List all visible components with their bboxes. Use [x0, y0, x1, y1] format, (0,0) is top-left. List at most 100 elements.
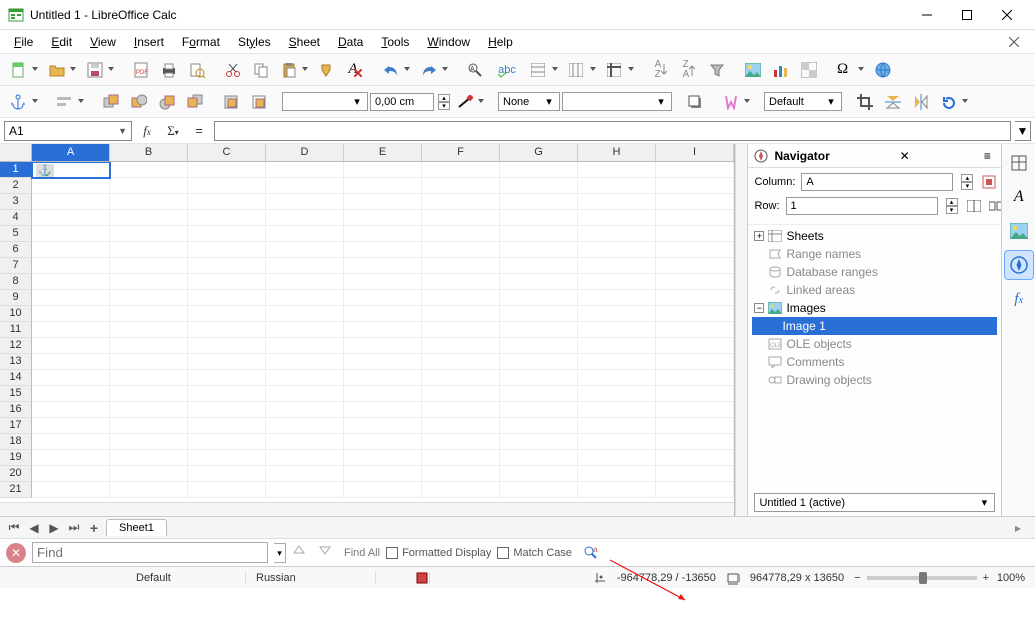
rail-styles[interactable]: A	[1004, 182, 1034, 212]
cell[interactable]	[656, 482, 734, 498]
row-header[interactable]: 1	[0, 162, 32, 178]
cell[interactable]	[500, 450, 578, 466]
rail-gallery[interactable]	[1004, 216, 1034, 246]
cell[interactable]	[32, 210, 110, 226]
cell[interactable]	[578, 338, 656, 354]
nav-column-stepper[interactable]: ▴▾	[961, 174, 973, 190]
cell[interactable]	[578, 178, 656, 194]
cell[interactable]	[500, 482, 578, 498]
cell[interactable]	[110, 434, 188, 450]
cell[interactable]	[500, 162, 578, 178]
col-header-I[interactable]: I	[656, 144, 734, 161]
cell[interactable]	[578, 482, 656, 498]
cell[interactable]	[110, 370, 188, 386]
clear-format-button[interactable]: A	[342, 57, 368, 83]
cell[interactable]	[110, 162, 188, 178]
freeze-button[interactable]	[602, 57, 638, 83]
cell[interactable]	[578, 194, 656, 210]
tree-linked-areas[interactable]: Linked areas	[752, 281, 997, 299]
cell[interactable]	[344, 386, 422, 402]
cell[interactable]	[110, 450, 188, 466]
cell[interactable]	[188, 258, 266, 274]
cell[interactable]	[656, 306, 734, 322]
cell[interactable]	[422, 386, 500, 402]
cell[interactable]	[32, 338, 110, 354]
cell[interactable]	[344, 162, 422, 178]
cell[interactable]	[188, 226, 266, 242]
cell[interactable]	[32, 434, 110, 450]
cell[interactable]	[344, 370, 422, 386]
cell[interactable]	[422, 194, 500, 210]
cell[interactable]	[578, 434, 656, 450]
menu-help[interactable]: Help	[480, 32, 521, 52]
cell[interactable]	[266, 450, 344, 466]
row-header[interactable]: 11	[0, 322, 32, 338]
cell[interactable]	[266, 338, 344, 354]
background-button[interactable]	[246, 89, 272, 115]
menu-insert[interactable]: Insert	[126, 32, 172, 52]
cell[interactable]	[656, 450, 734, 466]
cell[interactable]	[110, 242, 188, 258]
col-header-C[interactable]: C	[188, 144, 266, 161]
zoom-slider[interactable]	[867, 576, 977, 580]
cell[interactable]	[188, 178, 266, 194]
cell[interactable]	[344, 402, 422, 418]
tree-image-1[interactable]: Image 1	[752, 317, 997, 335]
status-selection-mode[interactable]	[406, 572, 430, 584]
cell[interactable]	[656, 370, 734, 386]
cell[interactable]	[656, 178, 734, 194]
cell[interactable]	[32, 322, 110, 338]
row-header[interactable]: 4	[0, 210, 32, 226]
find-history-drop[interactable]: ▾	[274, 543, 286, 563]
forward-one-button[interactable]	[126, 89, 152, 115]
cell[interactable]	[578, 306, 656, 322]
line-width-stepper[interactable]: ▴▾	[438, 94, 450, 110]
rail-properties[interactable]	[1004, 148, 1034, 178]
cell[interactable]	[500, 434, 578, 450]
line-style-combo[interactable]: ▾	[282, 92, 368, 111]
cell[interactable]	[32, 274, 110, 290]
cell[interactable]	[266, 482, 344, 498]
cell[interactable]	[32, 242, 110, 258]
cell[interactable]	[344, 354, 422, 370]
cell[interactable]	[500, 418, 578, 434]
cell[interactable]	[110, 290, 188, 306]
cell[interactable]	[656, 322, 734, 338]
cell[interactable]	[656, 402, 734, 418]
cell[interactable]	[110, 402, 188, 418]
col-header-E[interactable]: E	[344, 144, 422, 161]
cell[interactable]	[110, 226, 188, 242]
status-language[interactable]: Russian	[246, 572, 376, 584]
foreground-button[interactable]	[218, 89, 244, 115]
rail-navigator[interactable]	[1004, 250, 1034, 280]
row-header[interactable]: 2	[0, 178, 32, 194]
autofilter-button[interactable]	[704, 57, 730, 83]
formula-input[interactable]	[214, 121, 1011, 141]
cell[interactable]	[500, 258, 578, 274]
cell[interactable]	[188, 242, 266, 258]
cell[interactable]	[266, 466, 344, 482]
cell[interactable]	[422, 210, 500, 226]
sheet-tab-1[interactable]: Sheet1	[106, 519, 167, 536]
sum-button[interactable]: Σ▾	[162, 123, 184, 139]
flip-v-button[interactable]	[880, 89, 906, 115]
flip-h-button[interactable]	[908, 89, 934, 115]
cell[interactable]	[110, 338, 188, 354]
redo-button[interactable]	[416, 57, 452, 83]
sort-asc-button[interactable]: AZ	[648, 57, 674, 83]
content-view-button[interactable]	[964, 196, 984, 216]
shadow-button[interactable]	[682, 89, 708, 115]
pivot-button[interactable]	[796, 57, 822, 83]
cell[interactable]	[422, 482, 500, 498]
cell[interactable]	[32, 290, 110, 306]
hyperlink-button[interactable]	[870, 57, 896, 83]
find-replace-button[interactable]: A	[462, 57, 488, 83]
navigator-menu-button[interactable]: ≡	[979, 149, 995, 163]
menu-data[interactable]: Data	[330, 32, 371, 52]
cell[interactable]	[656, 162, 734, 178]
cell[interactable]	[110, 482, 188, 498]
menu-format[interactable]: Format	[174, 32, 228, 52]
formatted-display-checkbox[interactable]: Formatted Display	[386, 547, 491, 559]
col-header-G[interactable]: G	[500, 144, 578, 161]
cell[interactable]	[344, 466, 422, 482]
